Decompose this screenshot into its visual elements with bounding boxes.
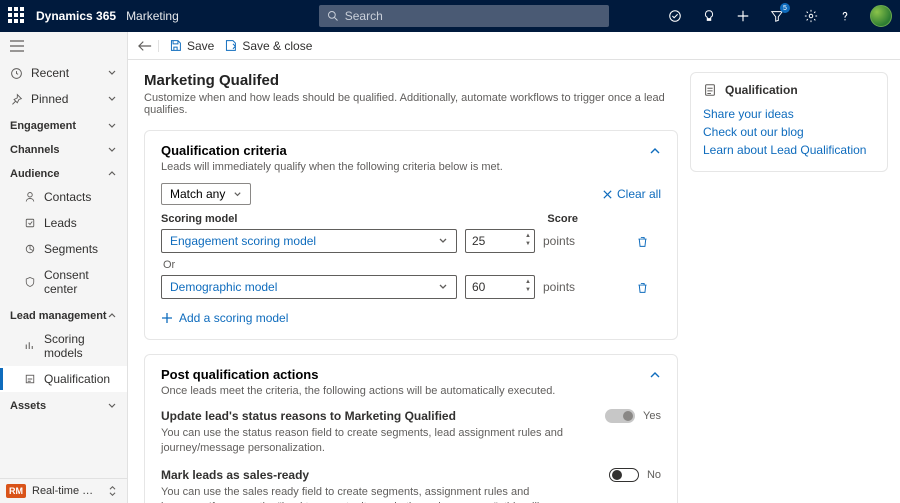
nav-pinned-label: Pinned — [31, 92, 68, 106]
score-input[interactable]: 25▲▼ — [465, 229, 535, 253]
criteria-row: Demographic model 60▲▼ points — [161, 275, 661, 299]
toggle-state-label: Yes — [643, 410, 661, 422]
chevron-down-icon — [233, 190, 242, 199]
saveclose-icon — [224, 39, 237, 52]
page-title: Marketing Qualifed — [144, 72, 678, 89]
trash-icon — [636, 235, 649, 248]
gear-icon[interactable] — [802, 7, 820, 25]
action-update-status: Update lead's status reasons to Marketin… — [161, 409, 661, 456]
nav-section-channels[interactable]: Channels — [0, 136, 127, 160]
action-title: Mark leads as sales-ready — [161, 468, 309, 482]
chevron-down-icon — [107, 94, 117, 104]
notification-badge: 5 — [780, 3, 790, 13]
pin-icon — [10, 93, 23, 106]
criteria-row: Engagement scoring model 25▲▼ points — [161, 229, 661, 253]
action-desc: You can use the status reason field to c… — [161, 426, 571, 456]
header-scoring-model: Scoring model — [161, 213, 237, 225]
user-avatar[interactable] — [870, 5, 892, 27]
toggle-sales-ready[interactable] — [609, 468, 639, 482]
area-label: Real-time marketi… — [32, 485, 102, 497]
nav-recent-label: Recent — [31, 66, 69, 80]
person-icon — [24, 191, 36, 203]
toggle-update-status[interactable] — [605, 409, 635, 423]
collapse-icon[interactable] — [649, 369, 661, 381]
points-label: points — [543, 280, 575, 294]
action-desc: You can use the sales ready field to cre… — [161, 485, 571, 503]
segments-icon — [24, 243, 36, 255]
action-sales-ready: Mark leads as sales-ready No You can use… — [161, 468, 661, 503]
collapse-icon[interactable] — [649, 145, 661, 157]
help-panel-title: Qualification — [725, 83, 798, 97]
match-dropdown[interactable]: Match any — [161, 183, 251, 205]
qualification-icon — [24, 373, 36, 385]
document-icon — [703, 83, 717, 97]
qualification-criteria-card: Qualification criteria Leads will immedi… — [144, 130, 678, 340]
clock-icon — [10, 67, 23, 80]
search-icon — [327, 10, 339, 22]
delete-row-button[interactable] — [636, 235, 649, 248]
criteria-subtitle: Leads will immediately qualify when the … — [161, 161, 661, 173]
nav-section-lead-mgmt[interactable]: Lead management — [0, 302, 127, 326]
header-score: Score — [547, 213, 578, 225]
scoring-model-select[interactable]: Demographic model — [161, 275, 457, 299]
nav-pinned[interactable]: Pinned — [0, 86, 127, 112]
back-button[interactable] — [138, 40, 159, 52]
close-icon — [602, 189, 613, 200]
nav-leads[interactable]: Leads — [0, 210, 127, 236]
updown-icon — [108, 485, 117, 497]
post-qualification-actions-card: Post qualification actions Once leads me… — [144, 354, 678, 503]
nav-contacts[interactable]: Contacts — [0, 184, 127, 210]
clear-all-button[interactable]: Clear all — [602, 187, 661, 201]
nav-section-assets[interactable]: Assets — [0, 392, 127, 416]
points-label: points — [543, 234, 575, 248]
nav-section-engagement[interactable]: Engagement — [0, 112, 127, 136]
help-icon[interactable] — [836, 7, 854, 25]
global-topbar: Dynamics 365 Marketing Search 5 — [0, 0, 900, 32]
save-button[interactable]: Save — [169, 39, 214, 53]
scoring-model-select[interactable]: Engagement scoring model — [161, 229, 457, 253]
app-launcher-icon[interactable] — [8, 7, 26, 25]
help-link-blog[interactable]: Check out our blog — [703, 125, 875, 139]
help-link-share-ideas[interactable]: Share your ideas — [703, 107, 875, 121]
criteria-title: Qualification criteria — [161, 143, 287, 158]
or-separator: Or — [163, 259, 661, 271]
trash-icon — [636, 281, 649, 294]
search-placeholder: Search — [345, 9, 383, 23]
area-badge: RM — [6, 484, 26, 498]
toggle-state-label: No — [647, 469, 661, 481]
postactions-subtitle: Once leads meet the criteria, the follow… — [161, 385, 661, 397]
nav-section-audience[interactable]: Audience — [0, 160, 127, 184]
scoring-icon — [24, 340, 36, 352]
add-icon[interactable] — [734, 7, 752, 25]
save-and-close-button[interactable]: Save & close — [224, 39, 312, 53]
plus-icon — [161, 312, 173, 324]
action-title: Update lead's status reasons to Marketin… — [161, 409, 456, 423]
score-input[interactable]: 60▲▼ — [465, 275, 535, 299]
chevron-down-icon — [107, 68, 117, 78]
area-picker[interactable]: RM Real-time marketi… — [0, 478, 127, 503]
add-scoring-model-button[interactable]: Add a scoring model — [161, 311, 661, 325]
shield-icon — [24, 276, 36, 288]
leads-icon — [24, 217, 36, 229]
lightbulb-icon[interactable] — [700, 7, 718, 25]
funnel-icon[interactable]: 5 — [768, 7, 786, 25]
command-bar: Save Save & close — [128, 32, 900, 60]
hamburger-icon[interactable] — [0, 32, 127, 60]
nav-qualification[interactable]: Qualification — [0, 366, 127, 392]
app-name: Marketing — [126, 9, 179, 23]
nav-sidebar: Recent Pinned Engagement Channels Audien… — [0, 32, 128, 503]
global-search-input[interactable]: Search — [319, 5, 609, 27]
help-panel: Qualification Share your ideas Check out… — [690, 72, 888, 172]
brand-name: Dynamics 365 — [36, 9, 116, 23]
delete-row-button[interactable] — [636, 281, 649, 294]
nav-segments[interactable]: Segments — [0, 236, 127, 262]
nav-recent[interactable]: Recent — [0, 60, 127, 86]
help-link-learn[interactable]: Learn about Lead Qualification — [703, 143, 875, 157]
save-icon — [169, 39, 182, 52]
postactions-title: Post qualification actions — [161, 367, 318, 382]
page-subtitle: Customize when and how leads should be q… — [144, 92, 678, 116]
nav-consent-center[interactable]: Consent center — [0, 262, 127, 302]
nav-scoring-models[interactable]: Scoring models — [0, 326, 127, 366]
assistant-icon[interactable] — [666, 7, 684, 25]
